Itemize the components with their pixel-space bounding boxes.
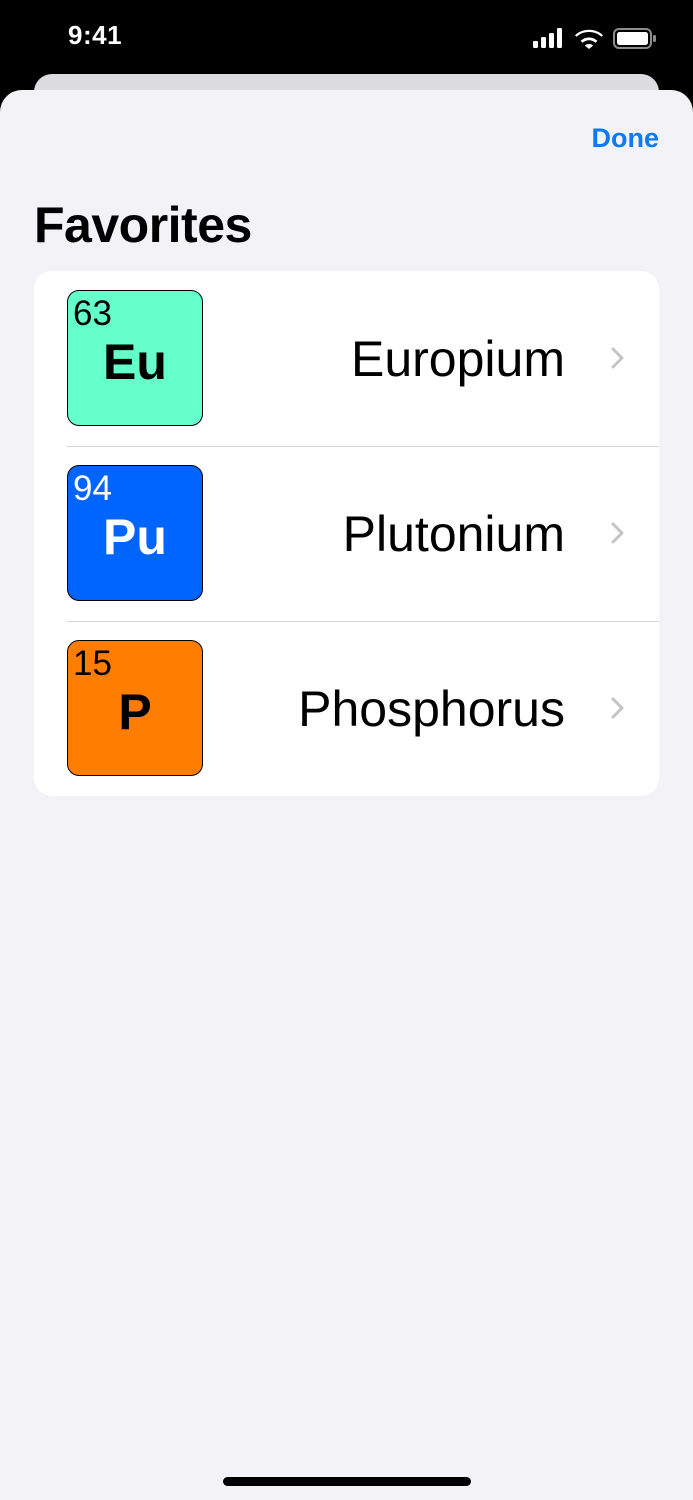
element-name: Europium	[351, 331, 565, 387]
favorite-row-plutonium[interactable]: 94 Pu Plutonium	[34, 446, 659, 621]
battery-icon	[613, 27, 656, 49]
cellular-signal-icon	[533, 28, 562, 48]
element-tile: 94 Pu	[67, 465, 203, 601]
element-name: Plutonium	[342, 506, 565, 562]
screen: 9:41 Done Favorites 63 Eu Europium 94 Pu…	[0, 0, 693, 1500]
status-bar: 9:41	[0, 0, 693, 74]
atomic-number: 94	[73, 469, 112, 508]
element-tile: 63 Eu	[67, 290, 203, 426]
element-tile: 15 P	[67, 640, 203, 776]
wifi-icon	[575, 29, 603, 49]
chevron-right-icon	[611, 697, 624, 719]
element-symbol: Eu	[103, 334, 167, 390]
chevron-right-icon	[611, 347, 624, 369]
atomic-number: 15	[73, 644, 112, 683]
favorites-sheet: Done Favorites 63 Eu Europium 94 Pu Plut…	[0, 90, 693, 1500]
favorites-list: 63 Eu Europium 94 Pu Plutonium 15 P Phos…	[34, 271, 659, 796]
status-icons	[533, 25, 657, 51]
atomic-number: 63	[73, 294, 112, 333]
favorite-row-phosphorus[interactable]: 15 P Phosphorus	[34, 621, 659, 796]
element-symbol: P	[118, 684, 152, 740]
element-symbol: Pu	[103, 509, 167, 565]
home-indicator[interactable]	[223, 1477, 471, 1486]
status-time: 9:41	[68, 20, 123, 50]
chevron-right-icon	[611, 522, 624, 544]
page-title: Favorites	[34, 197, 252, 253]
favorite-row-europium[interactable]: 63 Eu Europium	[34, 271, 659, 446]
done-button[interactable]: Done	[592, 123, 660, 154]
element-name: Phosphorus	[298, 681, 565, 737]
